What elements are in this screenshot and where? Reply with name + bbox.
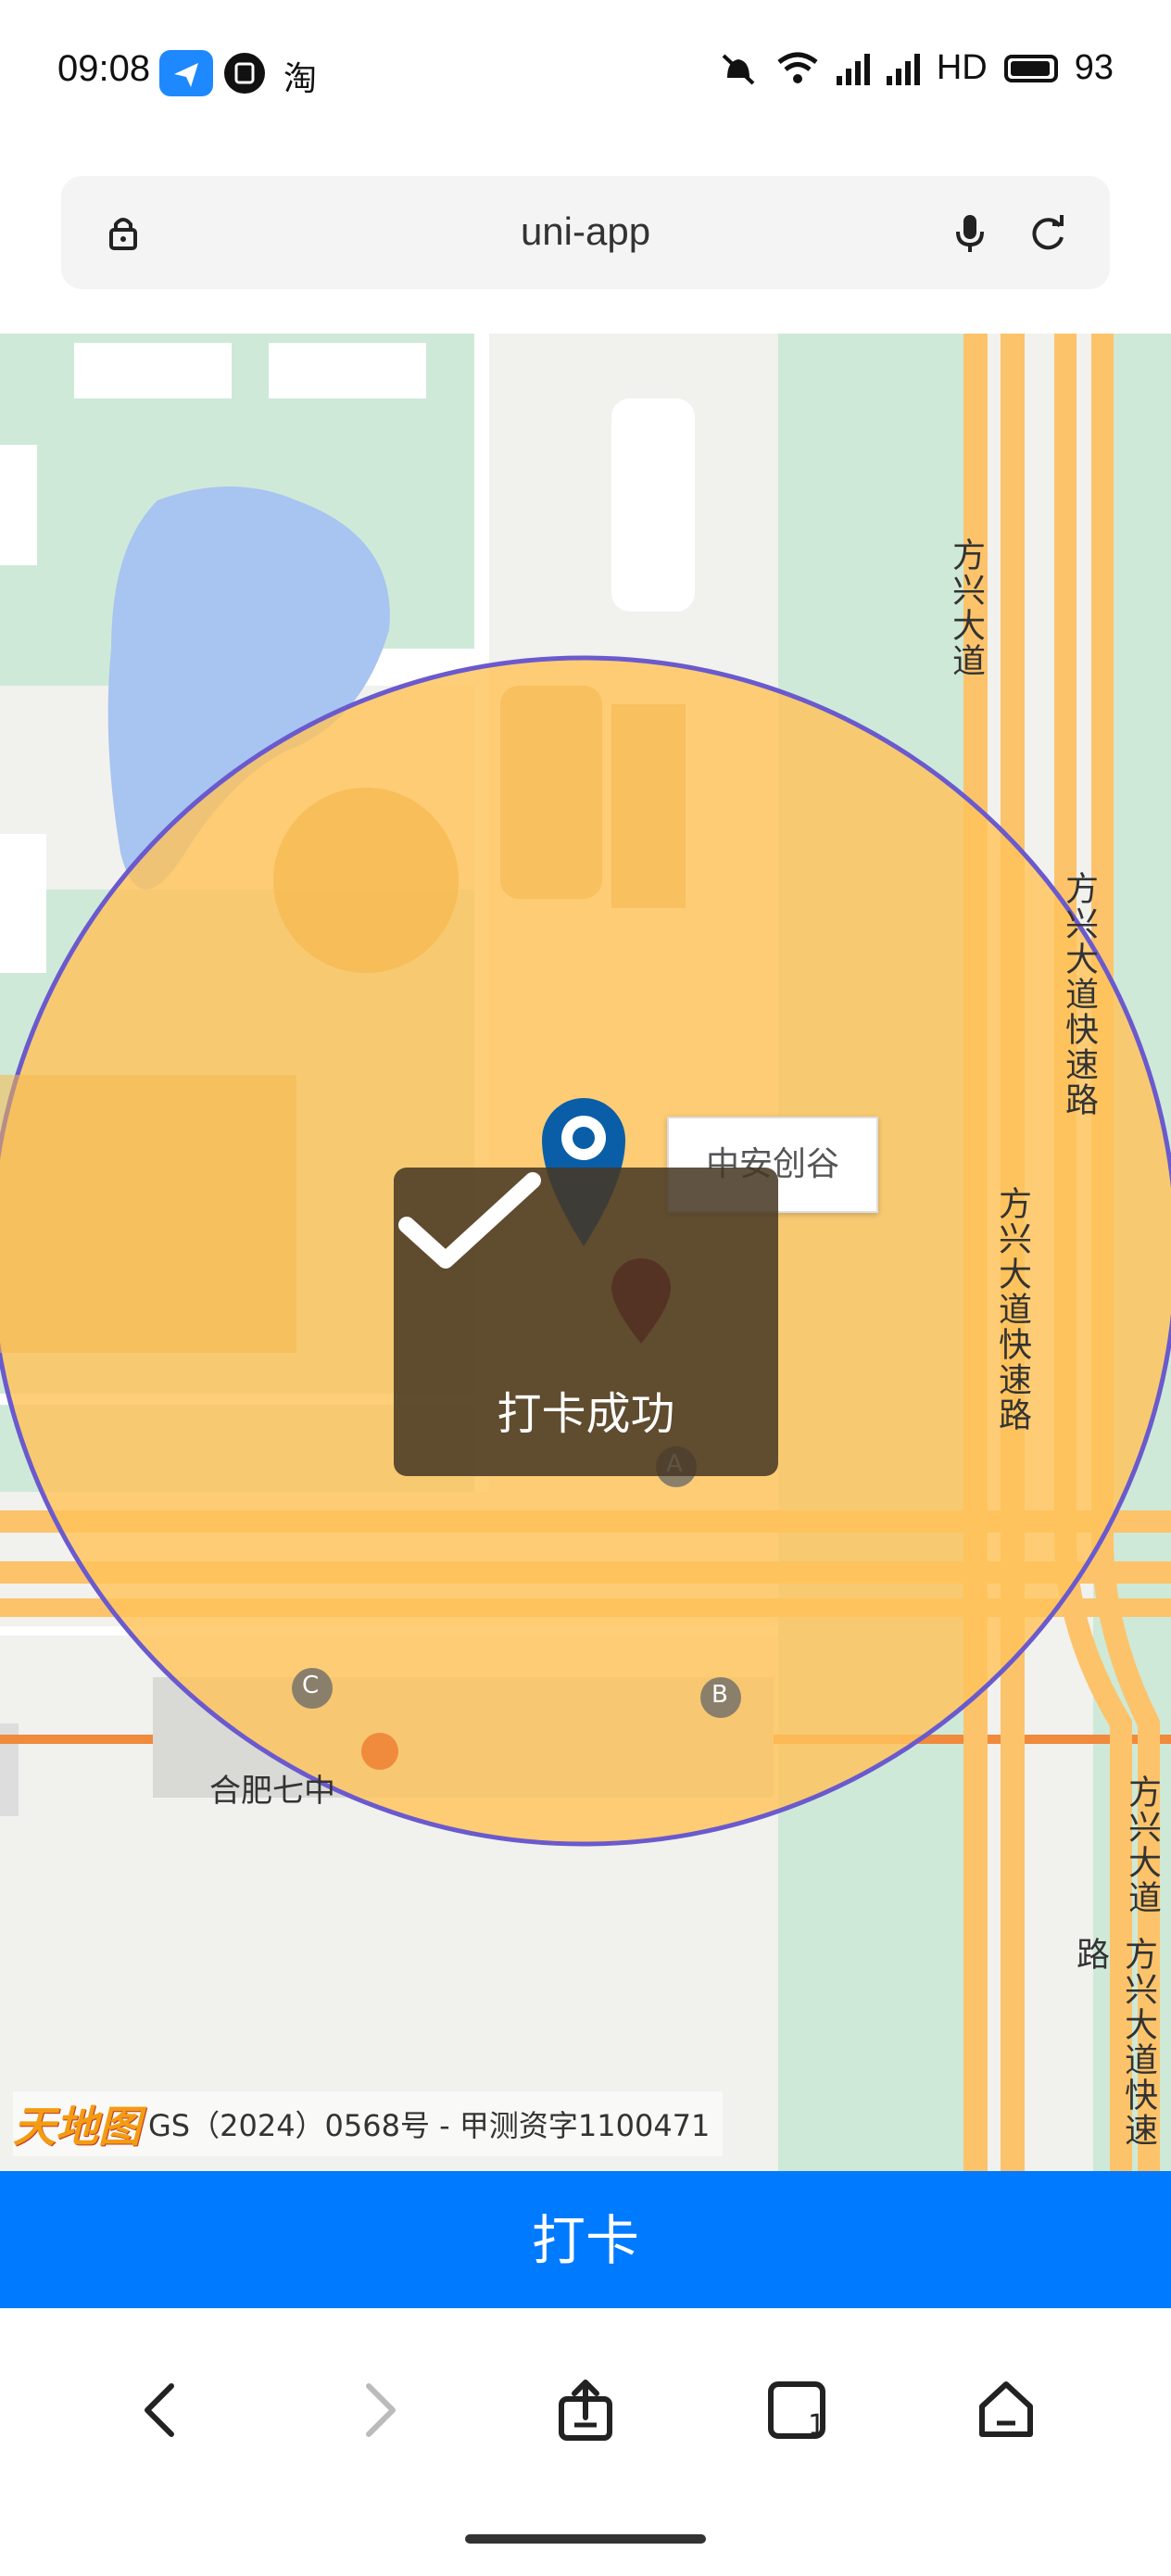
checkin-button[interactable]: 打卡 [0,2171,1171,2308]
wifi-icon [777,52,818,83]
status-icons: HD 93 [718,48,1114,88]
home-icon[interactable] [969,2373,1043,2447]
battery-icon [1003,54,1058,82]
road-label: 方兴大道快速路 [1060,871,1098,1118]
tianditu-logo: 天地图 [13,2102,141,2152]
road-label: 方兴大道 [1123,1774,1161,1915]
home-indicator[interactable] [465,2534,706,2544]
map-attribution: 天地图 GS（2024）0568号 - 甲测资字1100471 [13,2091,724,2156]
forward-icon[interactable] [341,2373,415,2447]
success-toast: 打卡成功 [394,1168,778,1476]
tab-count: 1 [808,2409,825,2442]
send-icon [159,50,213,96]
road-label: 方兴大道 [947,537,985,678]
reload-icon[interactable] [1025,209,1071,256]
attribution-text: GS（2024）0568号 - 甲测资字1100471 [148,2108,711,2143]
metro-icon [361,1733,398,1770]
taobao-icon: 淘 [283,60,318,98]
microphone-icon[interactable] [947,209,993,256]
mute-icon [722,54,755,84]
check-icon [398,1172,541,1269]
map-view[interactable]: 方兴大道 方兴大道快速路 方兴大道快速路 方兴大道 方兴大道快速路 合肥七中 A… [0,334,1171,2173]
hd-label: HD [936,48,988,87]
station-letter: B [711,1681,728,1709]
road-label: 方兴大道快速路 [993,1186,1031,1433]
battery-level: 93 [1074,48,1114,87]
station-letter: C [302,1672,320,1699]
back-icon[interactable] [125,2373,199,2447]
address-bar[interactable]: uni-app [61,176,1110,289]
signal-icon-2 [886,52,920,85]
place-label: 合肥七中 [209,1773,335,1810]
status-bar: 09:08 淘 HD 93 [0,0,1171,148]
circle-app-icon [224,53,265,94]
status-time: 09:08 [57,48,151,89]
share-icon[interactable] [548,2373,623,2447]
road-label: 方兴大道快速路 [1071,1937,1157,2148]
tabs-icon[interactable]: 1 [760,2373,834,2447]
signal-icon [836,52,870,85]
browser-toolbar: 1 [0,2308,1171,2576]
toast-message: 打卡成功 [497,1388,675,1440]
